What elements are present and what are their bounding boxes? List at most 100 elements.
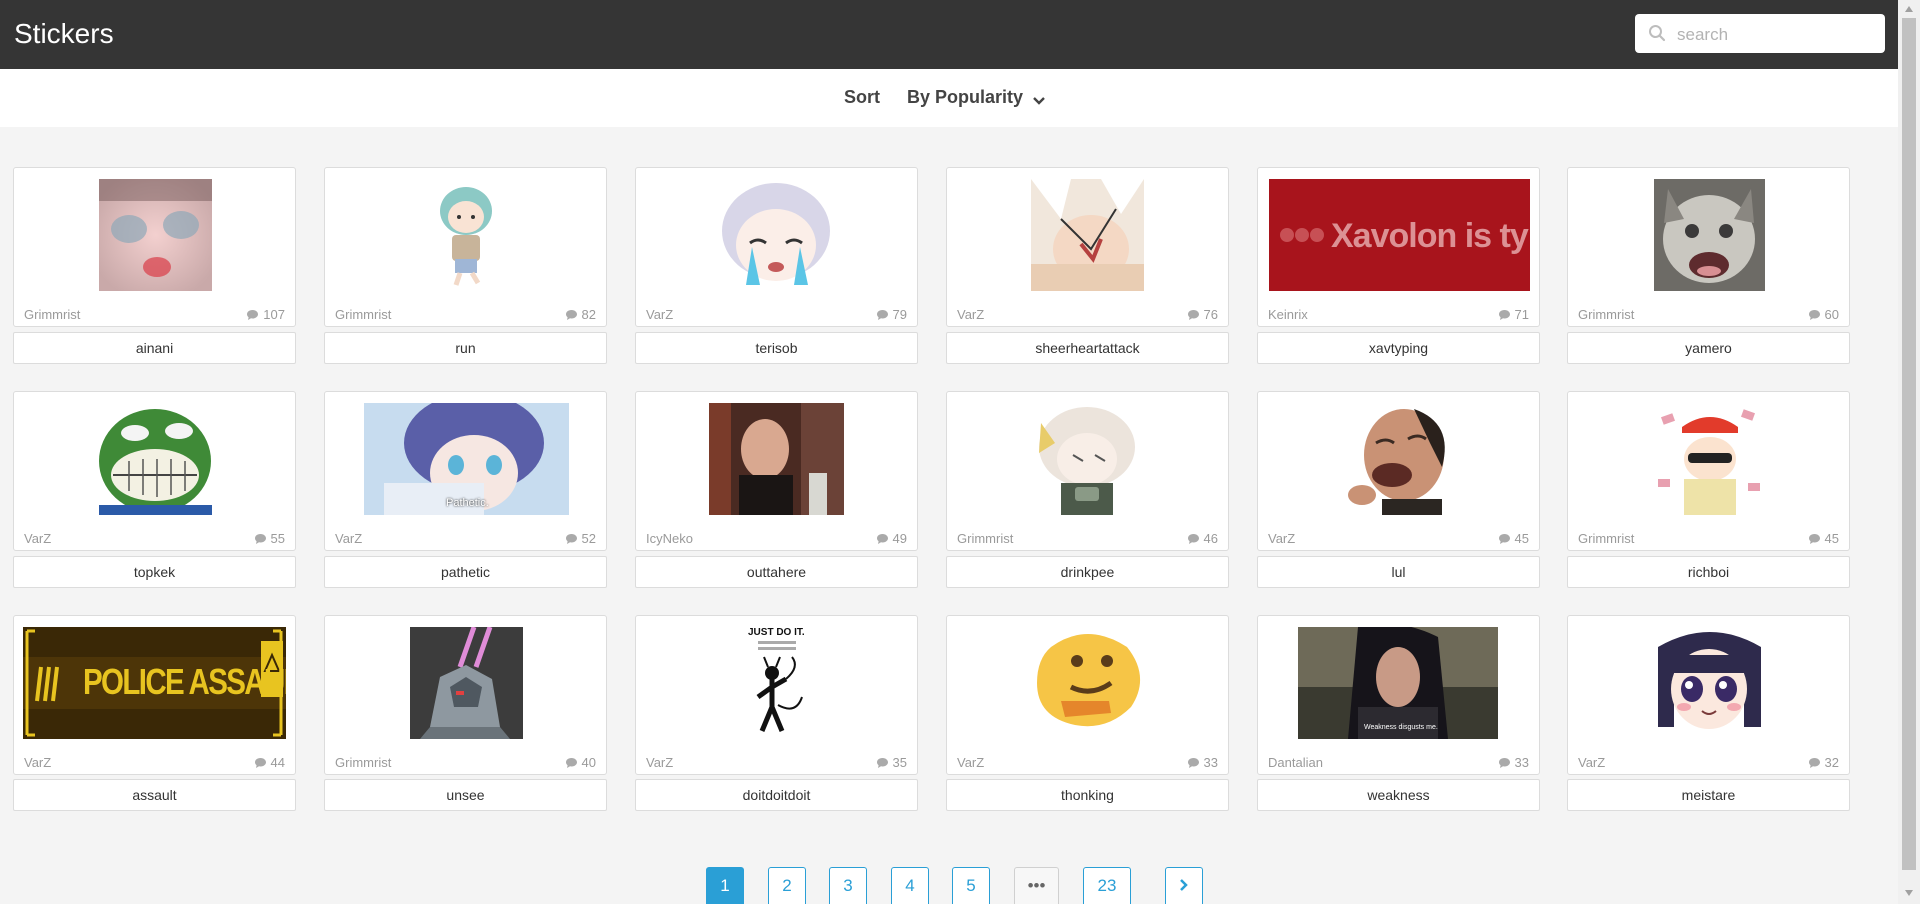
sticker-card[interactable]: VarZ 32 xyxy=(1567,615,1850,775)
sort-selected-value: By Popularity xyxy=(907,87,1024,107)
comment-count: 79 xyxy=(876,307,907,322)
sticker-image: JUST DO IT. xyxy=(734,627,821,739)
sticker-author: Grimmrist xyxy=(335,307,392,322)
sticker-card[interactable]: VarZ 33 xyxy=(946,615,1229,775)
comment-icon xyxy=(1187,534,1199,544)
comment-count-value: 40 xyxy=(581,755,596,770)
sticker-name[interactable]: yamero xyxy=(1567,332,1850,364)
sticker-name[interactable]: pathetic xyxy=(324,556,607,588)
search-input[interactable] xyxy=(1675,14,1879,55)
search-icon xyxy=(1648,24,1666,47)
comment-icon xyxy=(876,758,888,768)
sticker-name[interactable]: topkek xyxy=(13,556,296,588)
sticker-name[interactable]: drinkpee xyxy=(946,556,1229,588)
sort-bar: Sort By Popularity xyxy=(0,69,1898,127)
sticker-author: Grimmrist xyxy=(24,307,81,322)
page-button-1[interactable]: 1 xyxy=(706,867,744,904)
top-bar: Stickers xyxy=(0,0,1898,69)
comment-count-value: 107 xyxy=(263,307,285,322)
sticker-card[interactable]: Pathetic. VarZ 52 xyxy=(324,391,607,551)
comment-count: 82 xyxy=(565,307,596,322)
sticker-image xyxy=(99,403,212,515)
sticker-card[interactable]: VarZ 79 xyxy=(635,167,918,327)
sticker-image xyxy=(410,627,523,739)
comment-count-value: 52 xyxy=(581,531,596,546)
comment-count-value: 49 xyxy=(892,531,907,546)
comment-icon xyxy=(247,310,259,320)
comment-count: 32 xyxy=(1808,755,1839,770)
page-button-5[interactable]: 5 xyxy=(952,867,990,904)
comment-icon xyxy=(254,534,266,544)
sticker-card[interactable]: VarZ 45 xyxy=(1257,391,1540,551)
sticker-card[interactable]: IcyNeko 49 xyxy=(635,391,918,551)
sticker-card[interactable]: Grimmrist 82 xyxy=(324,167,607,327)
sticker-name[interactable]: doitdoitdoit xyxy=(635,779,918,811)
comment-icon xyxy=(876,534,888,544)
sticker-name[interactable]: thonking xyxy=(946,779,1229,811)
sticker-image: POLICE ASSAULT IN PRO xyxy=(23,627,286,739)
sort-dropdown[interactable]: By Popularity xyxy=(907,87,1046,108)
sticker-image xyxy=(709,403,844,515)
sticker-author: Grimmrist xyxy=(1578,531,1635,546)
sticker-name[interactable]: sheerheartattack xyxy=(946,332,1229,364)
sticker-card[interactable]: VarZ 55 xyxy=(13,391,296,551)
comment-count: 71 xyxy=(1498,307,1529,322)
scrollbar-thumb[interactable] xyxy=(1902,18,1916,870)
sticker-author: Grimmrist xyxy=(1578,307,1635,322)
sticker-card[interactable]: Grimmrist 46 xyxy=(946,391,1229,551)
sticker-author: VarZ xyxy=(1578,755,1606,770)
page-button-23[interactable]: 23 xyxy=(1083,867,1131,904)
sticker-image-text: Xavolon is typing... xyxy=(1331,217,1530,255)
sticker-name[interactable]: meistare xyxy=(1567,779,1850,811)
sticker-card[interactable]: Grimmrist 60 xyxy=(1567,167,1850,327)
sticker-author: VarZ xyxy=(1268,531,1296,546)
next-page-button[interactable] xyxy=(1165,867,1203,904)
comment-count: 45 xyxy=(1808,531,1839,546)
comment-count-value: 35 xyxy=(892,755,907,770)
sticker-name[interactable]: weakness xyxy=(1257,779,1540,811)
scroll-down-arrow-icon[interactable] xyxy=(1904,889,1914,897)
comment-icon xyxy=(565,534,577,544)
sticker-name[interactable]: ainani xyxy=(13,332,296,364)
sticker-name[interactable]: richboi xyxy=(1567,556,1850,588)
sticker-name[interactable]: terisob xyxy=(635,332,918,364)
sticker-image: Pathetic. xyxy=(364,403,569,515)
sticker-name[interactable]: outtahere xyxy=(635,556,918,588)
comment-count-value: 45 xyxy=(1514,531,1529,546)
sticker-card[interactable]: JUST DO IT. VarZ 35 xyxy=(635,615,918,775)
comment-count-value: 46 xyxy=(1203,531,1218,546)
comment-icon xyxy=(565,758,577,768)
search-box[interactable] xyxy=(1635,14,1885,55)
comment-icon xyxy=(876,310,888,320)
sticker-card[interactable]: Grimmrist 40 xyxy=(324,615,607,775)
sticker-name[interactable]: lul xyxy=(1257,556,1540,588)
sticker-name[interactable]: assault xyxy=(13,779,296,811)
sticker-image xyxy=(1654,627,1765,739)
comment-icon xyxy=(1808,310,1820,320)
scroll-up-arrow-icon[interactable] xyxy=(1904,5,1914,13)
sticker-card[interactable]: Grimmrist 45 xyxy=(1567,391,1850,551)
page-scrollbar[interactable] xyxy=(1898,0,1920,904)
comment-count: 55 xyxy=(254,531,285,546)
sticker-image-text: Pathetic. xyxy=(446,497,489,509)
sticker-card[interactable]: Weakness disgusts me. Dantalian 33 xyxy=(1257,615,1540,775)
sticker-name[interactable]: run xyxy=(324,332,607,364)
comment-count-value: 71 xyxy=(1514,307,1529,322)
comment-icon xyxy=(1498,310,1510,320)
sticker-card[interactable]: VarZ 76 xyxy=(946,167,1229,327)
chevron-down-icon xyxy=(1033,97,1045,105)
sticker-card[interactable]: POLICE ASSAULT IN PRO VarZ 44 xyxy=(13,615,296,775)
comment-count-value: 60 xyxy=(1824,307,1839,322)
sticker-author: VarZ xyxy=(646,755,674,770)
sticker-card[interactable]: Grimmrist 107 xyxy=(13,167,296,327)
comment-count-value: 33 xyxy=(1203,755,1218,770)
page-button-2[interactable]: 2 xyxy=(768,867,806,904)
comment-count: 40 xyxy=(565,755,596,770)
page-button-3[interactable]: 3 xyxy=(829,867,867,904)
page-button-4[interactable]: 4 xyxy=(891,867,929,904)
sticker-name[interactable]: xavtyping xyxy=(1257,332,1540,364)
sort-label: Sort xyxy=(844,87,880,107)
comment-count: 46 xyxy=(1187,531,1218,546)
sticker-card[interactable]: Xavolon is typing... Keinrix 71 xyxy=(1257,167,1540,327)
sticker-name[interactable]: unsee xyxy=(324,779,607,811)
